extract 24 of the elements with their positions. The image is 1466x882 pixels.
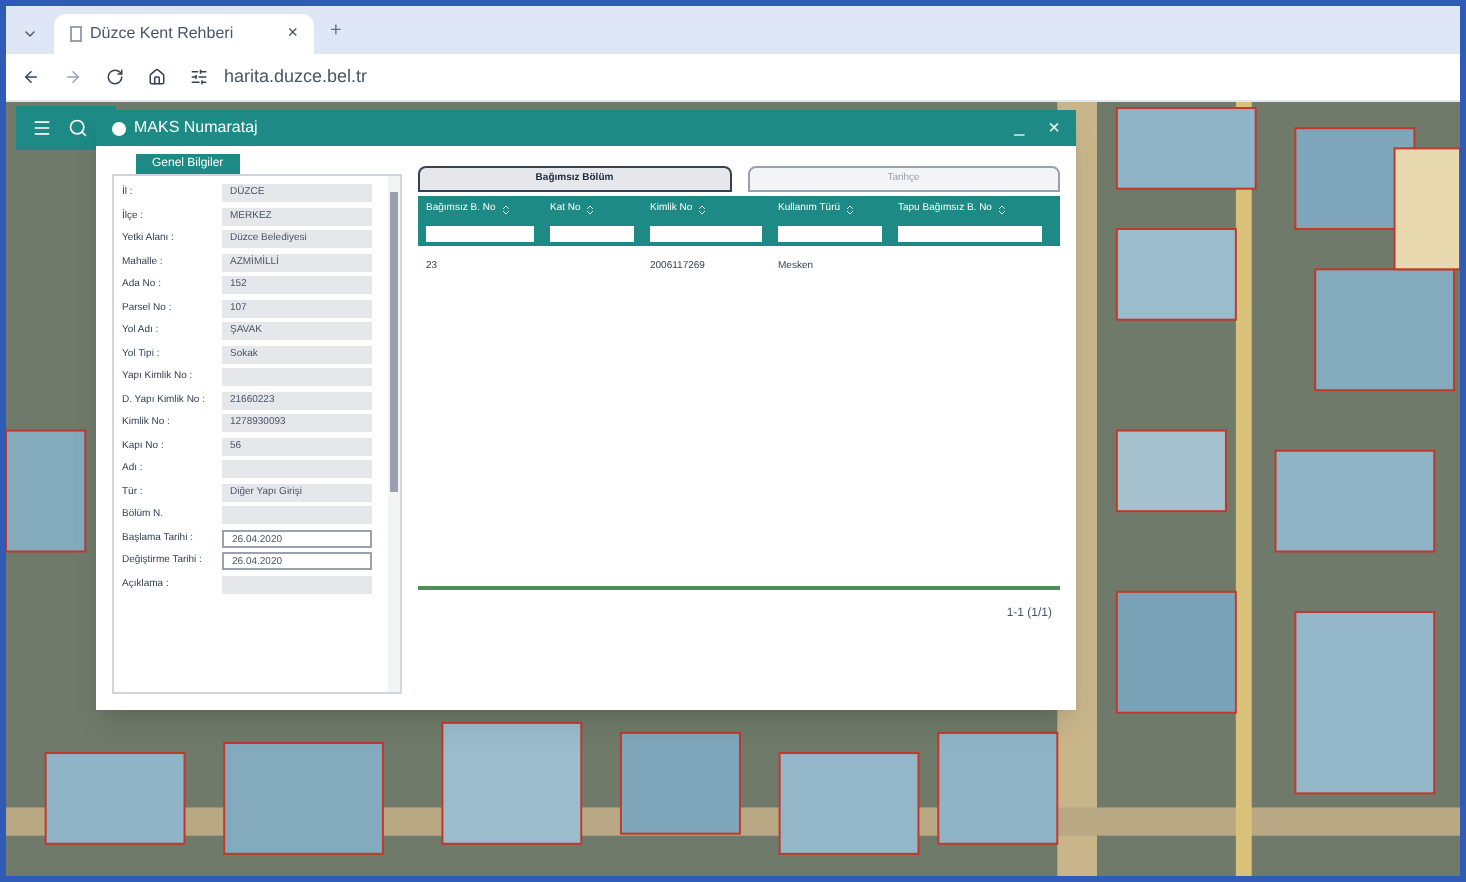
site-settings-icon[interactable]	[190, 68, 208, 86]
scrollbar[interactable]	[388, 176, 400, 692]
address-field[interactable]: harita.duzce.bel.tr	[224, 63, 368, 91]
reload-icon[interactable]	[106, 68, 124, 86]
filter-field[interactable]	[650, 226, 762, 242]
new-tab-button[interactable]: +	[330, 16, 342, 46]
back-icon[interactable]	[22, 68, 40, 86]
filter-field[interactable]	[550, 226, 634, 242]
menu-icon[interactable]	[32, 118, 52, 138]
chevron-down-icon[interactable]	[22, 26, 38, 42]
filter-field[interactable]	[898, 226, 1042, 242]
browser-tab[interactable]: Düzce Kent Rehberi ×	[54, 14, 314, 54]
tab-close-button[interactable]: ×	[287, 20, 298, 48]
dialog-logo-icon	[112, 121, 126, 135]
home-icon[interactable]	[148, 68, 166, 86]
dialog-title: MAKS Numarataj	[134, 116, 260, 140]
search-icon[interactable]	[68, 118, 88, 138]
page-icon	[70, 26, 82, 42]
minimize-button[interactable]: _	[1014, 114, 1025, 142]
forward-icon[interactable]	[64, 68, 82, 86]
filter-field[interactable]	[426, 226, 534, 242]
close-button[interactable]: ×	[1048, 113, 1060, 143]
tab-title: Düzce Kent Rehberi	[90, 22, 236, 46]
filter-field[interactable]	[778, 226, 882, 242]
